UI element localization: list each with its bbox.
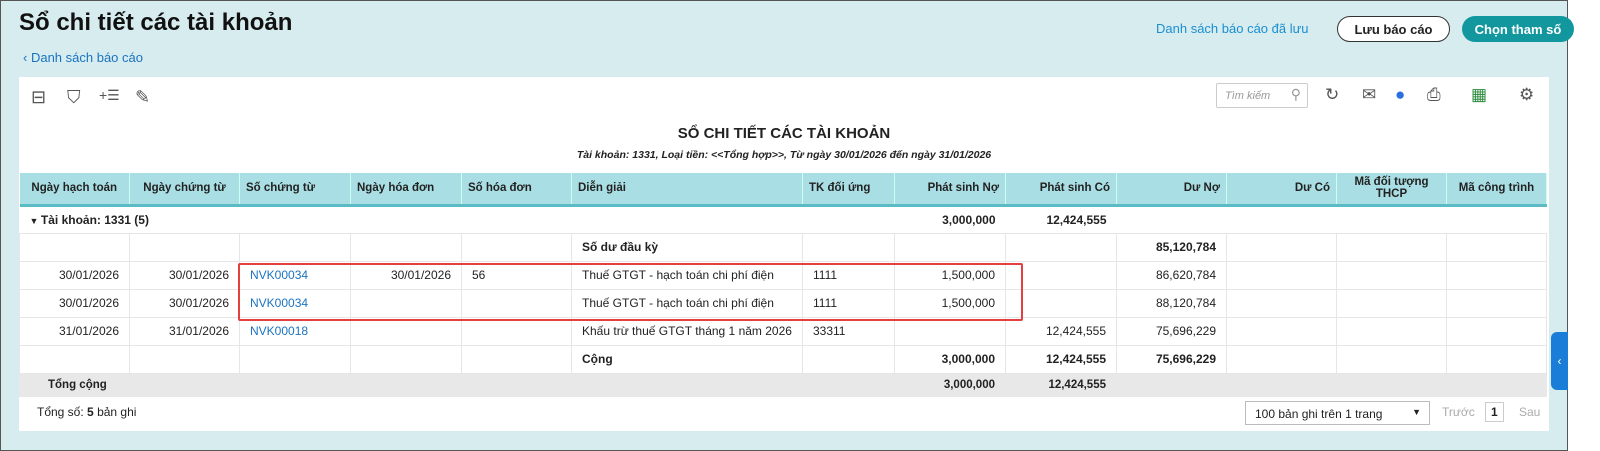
page-title: Sổ chi tiết các tài khoản (19, 9, 293, 36)
collapse-icon[interactable]: ⊟ (31, 87, 46, 108)
prev-page-button[interactable]: Trước (1442, 405, 1475, 419)
report-title: SỔ CHI TIẾT CÁC TÀI KHOẢN (677, 125, 891, 142)
search-placeholder: Tìm kiếm (1225, 90, 1271, 102)
table-row[interactable]: 31/01/2026 31/01/2026 NVK00018 Khấu trừ … (19, 316, 1547, 346)
chevron-left-icon: ‹ (23, 50, 31, 65)
page-size-select[interactable]: 100 bản ghi trên 1 trang ▼ (1245, 401, 1430, 425)
saved-reports-link[interactable]: Danh sách báo cáo đã lưu (1156, 21, 1309, 36)
report-panel: ⊟ ⛉ +☰ ✎ Tìm kiếm ⚲ ↻ ✉ ● ⎙ ▦ ⚙ SỔ CHI TI… (19, 77, 1549, 431)
report-subtitle: Tài khoản: 1331, Loại tiền: <<Tổng hợp>>… (576, 149, 992, 161)
total-credit: 12,424,555 (1005, 372, 1117, 397)
edit-icon[interactable]: ✎ (135, 87, 150, 108)
cell-invoice-no (461, 316, 572, 346)
col-header[interactable]: TK đối ứng (802, 173, 895, 207)
choose-params-button[interactable]: Chọn tham số (1462, 16, 1574, 42)
dropdown-arrow-icon: ▼ (1412, 407, 1421, 417)
filter-icon[interactable]: ⛉ (67, 87, 81, 108)
refresh-icon[interactable]: ↻ (1325, 85, 1339, 105)
search-icon: ⚲ (1290, 86, 1301, 102)
chat-icon[interactable]: ● (1395, 85, 1405, 105)
col-header[interactable]: Số chứng từ (239, 173, 351, 207)
col-header[interactable]: Ngày hạch toán (19, 173, 130, 207)
total-debit: 3,000,000 (894, 372, 1006, 397)
group-debit: 3,000,000 (894, 204, 1006, 234)
page-size-value: 100 bản ghi trên 1 trang (1255, 407, 1383, 421)
highlight-box (238, 263, 1023, 321)
col-header[interactable]: Dư Có (1226, 173, 1337, 207)
col-header[interactable]: Diễn giải (571, 173, 803, 207)
cell-posting-date: 30/01/2026 (19, 288, 130, 318)
cell-doc-date: 31/01/2026 (129, 316, 240, 346)
col-header[interactable]: Mã công trình (1446, 173, 1547, 207)
save-report-button[interactable]: Lưu báo cáo (1337, 16, 1450, 42)
sum-credit: 12,424,555 (1005, 344, 1117, 374)
sum-row: Cộng 3,000,000 12,424,555 75,696,229 (19, 344, 1547, 374)
expand-caret-icon[interactable]: ▼ (30, 216, 41, 226)
cell-debit (894, 316, 1006, 346)
group-label: Tài khoản: 1331 (5) (40, 212, 149, 227)
total-label: Tổng cộng (19, 372, 240, 397)
cell-invoice-date (350, 316, 462, 346)
search-input[interactable]: Tìm kiếm ⚲ (1216, 83, 1308, 108)
opening-label: Số dư đầu kỳ (571, 232, 803, 262)
group-credit: 12,424,555 (1005, 204, 1117, 234)
add-column-icon[interactable]: +☰ (99, 87, 120, 104)
cell-posting-date: 30/01/2026 (19, 260, 130, 290)
chevron-left-icon: ‹ (1557, 354, 1562, 368)
cell-balance: 88,120,784 (1116, 288, 1227, 318)
cell-balance: 86,620,784 (1116, 260, 1227, 290)
sum-debit: 3,000,000 (894, 344, 1006, 374)
col-header[interactable]: Ngày hóa đơn (350, 173, 462, 207)
opening-balance: 85,120,784 (1116, 232, 1227, 262)
cell-doc-date: 30/01/2026 (129, 288, 240, 318)
group-row[interactable]: ▼ Tài khoản: 1331 (5) 3,000,000 12,424,5… (19, 204, 1547, 234)
record-count: Tổng số: 5 bản ghi (37, 405, 137, 419)
col-header[interactable]: Phát sinh Nợ (894, 173, 1006, 207)
sum-label: Cộng (571, 344, 803, 374)
settings-icon[interactable]: ⚙ (1519, 85, 1534, 105)
col-header[interactable]: Mã đối tượng THCP (1336, 173, 1447, 207)
page-number[interactable]: 1 (1485, 402, 1504, 422)
col-header[interactable]: Số hóa đơn (461, 173, 572, 207)
back-label: Danh sách báo cáo (30, 50, 143, 65)
opening-row: Số dư đầu kỳ 85,120,784 (19, 232, 1547, 262)
page: Sổ chi tiết các tài khoản ‹ Danh sách bá… (0, 0, 1574, 451)
grand-total-row: Tổng cộng 3,000,000 12,424,555 (19, 372, 1547, 397)
cell-posting-date: 31/01/2026 (19, 316, 130, 346)
next-page-button[interactable]: Sau (1519, 405, 1540, 419)
side-panel-toggle[interactable]: ‹ (1551, 332, 1568, 390)
col-header[interactable]: Ngày chứng từ (129, 173, 240, 207)
col-header[interactable]: Dư Nợ (1116, 173, 1227, 207)
cell-contra-acc: 33311 (802, 316, 895, 346)
table-header: Ngày hạch toán Ngày chứng từ Số chứng từ… (19, 173, 1547, 207)
print-icon[interactable]: ⎙ (1427, 85, 1441, 105)
cell-credit: 12,424,555 (1005, 316, 1117, 346)
doc-link[interactable]: NVK00018 (239, 316, 351, 346)
sum-balance: 75,696,229 (1116, 344, 1227, 374)
email-icon[interactable]: ✉ (1362, 85, 1376, 105)
cell-doc-date: 30/01/2026 (129, 260, 240, 290)
cell-balance: 75,696,229 (1116, 316, 1227, 346)
col-header[interactable]: Phát sinh Có (1005, 173, 1117, 207)
excel-icon[interactable]: ▦ (1471, 85, 1487, 105)
cell-desc: Khấu trừ thuế GTGT tháng 1 năm 2026 (571, 316, 803, 346)
back-link[interactable]: ‹ Danh sách báo cáo (23, 50, 143, 65)
